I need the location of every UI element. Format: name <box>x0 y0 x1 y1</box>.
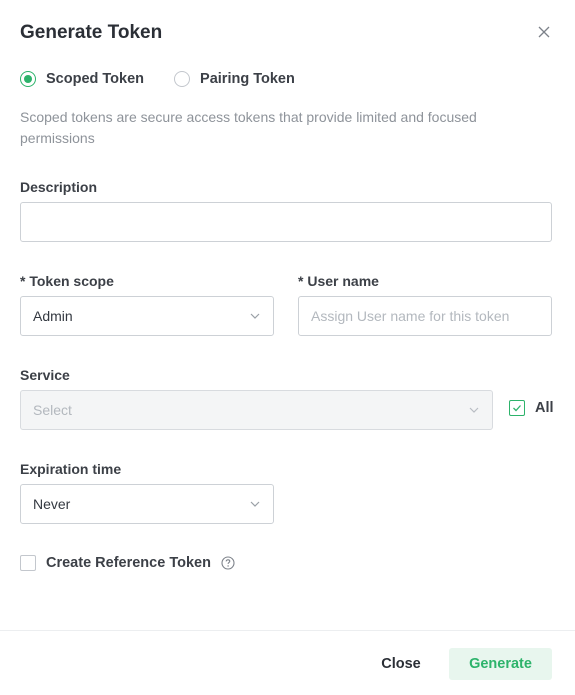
chevron-down-icon <box>469 407 479 413</box>
service-placeholder: Select <box>33 402 72 418</box>
footer-divider <box>0 630 575 631</box>
token-scope-value: Admin <box>33 308 73 324</box>
all-label: All <box>535 400 554 416</box>
radio-scoped-token-label: Scoped Token <box>46 71 145 87</box>
radio-pairing-token[interactable]: Pairing Token <box>174 71 295 87</box>
user-name-input[interactable] <box>298 296 552 336</box>
reference-token-checkbox[interactable] <box>20 555 36 571</box>
token-type-radio-group: Scoped Token Pairing Token <box>20 71 325 87</box>
close-x-icon[interactable] <box>534 22 554 42</box>
question-circle-icon[interactable] <box>221 556 235 570</box>
radio-scoped-token-indicator[interactable] <box>20 71 36 87</box>
token-scope-label: * Token scope <box>20 273 114 289</box>
description-label: Description <box>20 179 98 195</box>
all-services-checkbox[interactable]: All <box>509 400 554 416</box>
generate-button[interactable]: Generate <box>449 648 552 680</box>
check-icon <box>513 405 521 412</box>
radio-pairing-token-indicator[interactable] <box>174 71 191 87</box>
service-select: Select <box>20 390 493 430</box>
token-scope-select[interactable]: Admin <box>20 296 274 336</box>
expiration-label: Expiration time <box>20 461 122 477</box>
chevron-down-icon <box>250 501 260 507</box>
reference-token-label[interactable]: Create Reference Token <box>46 555 211 571</box>
radio-pairing-token-label: Pairing Token <box>200 71 295 87</box>
dialog-title: Generate Token <box>20 22 163 43</box>
radio-scoped-token[interactable]: Scoped Token <box>20 71 144 87</box>
reference-token-option: Create Reference Token <box>20 555 235 571</box>
chevron-down-icon <box>250 313 260 319</box>
expiration-select[interactable]: Never <box>20 484 274 524</box>
close-button[interactable]: Close <box>368 648 434 680</box>
user-name-label: * User name <box>298 273 379 289</box>
all-checkbox-box[interactable] <box>509 400 525 416</box>
service-label: Service <box>20 367 70 383</box>
token-type-description: Scoped tokens are secure access tokens t… <box>20 109 477 146</box>
generate-token-dialog: Generate Token Scoped Token Pairing Toke… <box>0 0 575 695</box>
expiration-value: Never <box>33 496 71 512</box>
description-input[interactable] <box>20 202 552 242</box>
